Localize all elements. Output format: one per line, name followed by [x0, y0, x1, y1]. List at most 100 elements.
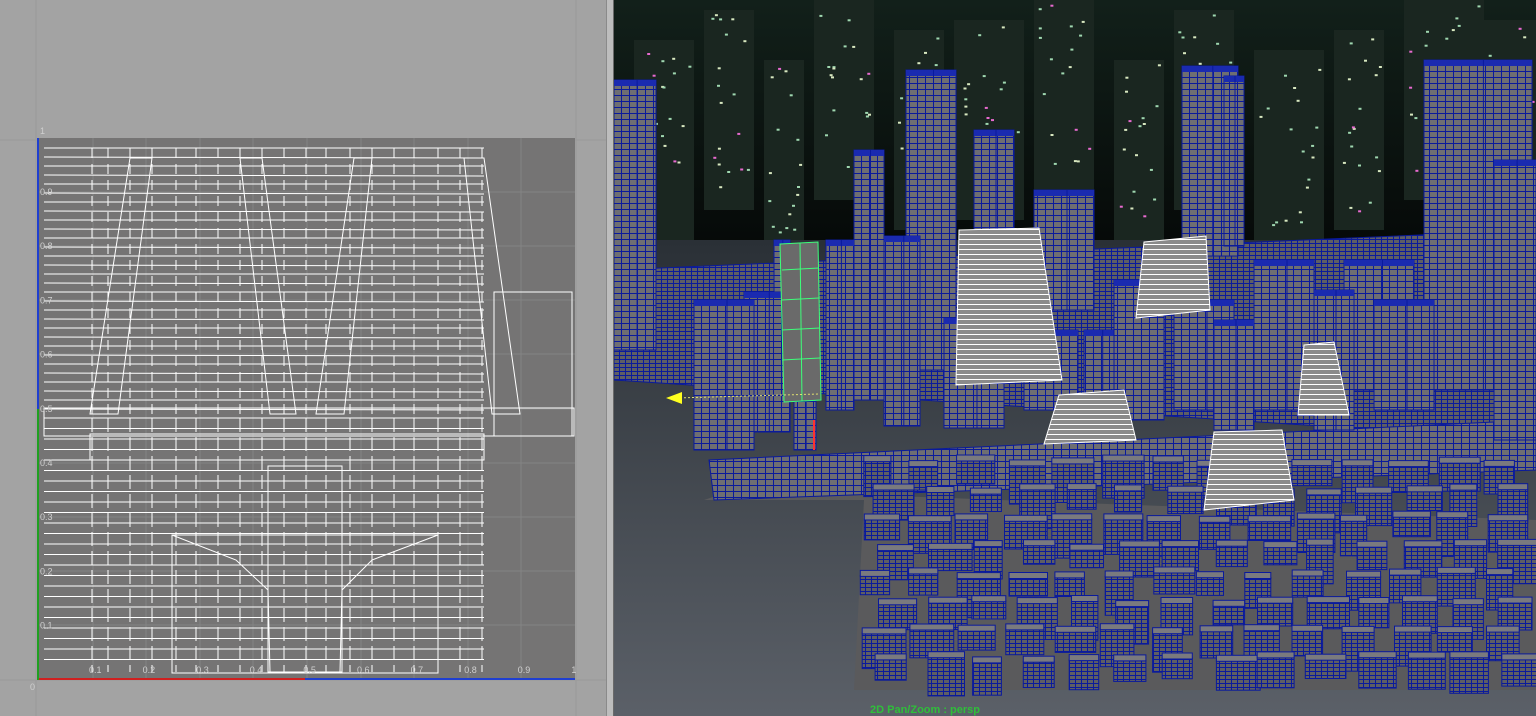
tower-top-face [1254, 260, 1314, 266]
block-mesh[interactable] [1153, 571, 1196, 595]
uv-texture-editor[interactable]: 0.1 0.2 0.3 0.4 0.5 0.6 0.7 0.8 0.9 1 0.9 0.8 0.7 0.… [0, 0, 606, 716]
block-mesh[interactable] [969, 492, 1002, 513]
block-top-face [1487, 514, 1529, 522]
block-mesh[interactable] [1436, 631, 1473, 653]
block-mesh[interactable] [1358, 656, 1397, 689]
block-mesh[interactable] [1257, 601, 1294, 627]
viewport-canvas[interactable] [614, 0, 1536, 716]
block-mesh[interactable] [1501, 658, 1536, 687]
block-mesh[interactable] [927, 656, 965, 697]
block-mesh[interactable] [1005, 628, 1045, 656]
window-light [852, 45, 856, 48]
window-light [859, 78, 863, 81]
window-light [1069, 25, 1073, 28]
tower-mesh[interactable] [693, 299, 755, 451]
block-mesh[interactable] [1247, 520, 1292, 542]
panel-splitter[interactable] [606, 0, 614, 716]
block-mesh[interactable] [1054, 576, 1085, 598]
block-mesh[interactable] [1066, 488, 1097, 510]
uv-canvas[interactable]: 0.1 0.2 0.3 0.4 0.5 0.6 0.7 0.8 0.9 1 0.9 0.8 0.7 0.… [0, 0, 606, 716]
window-light [1311, 156, 1315, 159]
window-light [789, 94, 793, 97]
block-mesh[interactable] [1306, 601, 1351, 630]
block-mesh[interactable] [908, 572, 939, 596]
tower-mesh[interactable] [883, 235, 921, 427]
block-mesh[interactable] [1291, 629, 1324, 657]
block-top-face [972, 656, 1002, 664]
window-light [1229, 61, 1233, 64]
window-light [1068, 66, 1072, 69]
block-mesh[interactable] [1356, 545, 1388, 571]
window-light [731, 18, 735, 21]
tower-mesh[interactable] [614, 79, 657, 351]
block-mesh[interactable] [1291, 464, 1333, 487]
block-top-face [1358, 651, 1397, 659]
block-mesh[interactable] [1167, 490, 1204, 515]
block-mesh[interactable] [1392, 515, 1431, 538]
block-mesh[interactable] [863, 518, 901, 541]
block-mesh[interactable] [1212, 604, 1246, 626]
window-light [847, 19, 851, 22]
block-mesh[interactable] [957, 629, 996, 651]
tower-mesh[interactable] [825, 239, 855, 411]
block-mesh[interactable] [956, 459, 996, 485]
block-top-face [1291, 624, 1324, 632]
window-light [1132, 190, 1136, 193]
block-mesh[interactable] [1069, 548, 1104, 569]
window-light [1001, 26, 1005, 29]
block-mesh[interactable] [928, 547, 973, 572]
block-mesh[interactable] [1199, 630, 1234, 659]
selected-object-green[interactable] [779, 241, 822, 403]
window-light [846, 166, 850, 168]
block-mesh[interactable] [1291, 574, 1324, 598]
tower-mesh[interactable] [1223, 75, 1245, 247]
block-mesh[interactable] [1023, 544, 1056, 565]
block-top-face [1497, 538, 1536, 546]
block-mesh[interactable] [1054, 630, 1097, 653]
window-light [778, 67, 782, 70]
block-mesh[interactable] [1215, 544, 1248, 568]
block-top-face [1005, 623, 1045, 631]
v-tick-label: 1 [40, 126, 45, 136]
block-mesh[interactable] [1008, 577, 1048, 597]
block-mesh[interactable] [971, 600, 1007, 620]
block-mesh[interactable] [859, 574, 891, 596]
window-light [732, 93, 736, 96]
block-top-face [1019, 483, 1056, 491]
tower-mesh[interactable] [1493, 159, 1536, 441]
tower-mesh[interactable] [1373, 299, 1435, 411]
block-mesh[interactable] [1407, 656, 1446, 690]
block-top-face [928, 542, 973, 550]
tower-mesh[interactable] [853, 149, 885, 401]
window-light [1375, 156, 1379, 159]
perspective-viewport[interactable]: 2D Pan/Zoom : persp [614, 0, 1536, 716]
window-light [967, 83, 971, 86]
tower-mesh[interactable] [1213, 319, 1255, 431]
block-mesh[interactable] [1114, 489, 1143, 513]
block-mesh[interactable] [1161, 657, 1193, 680]
window-light [1155, 105, 1159, 108]
block-mesh[interactable] [972, 661, 1002, 696]
block-mesh[interactable] [1195, 576, 1225, 596]
block-mesh[interactable] [1449, 656, 1489, 694]
block-top-face [1114, 484, 1143, 492]
block-mesh[interactable] [1022, 660, 1055, 689]
window-light [1149, 168, 1153, 171]
block-top-face [1394, 625, 1432, 633]
block-mesh[interactable] [1406, 490, 1443, 511]
window-light [1424, 44, 1428, 47]
block-top-face [1306, 488, 1342, 496]
block-mesh[interactable] [1263, 546, 1298, 566]
block-top-face [1438, 456, 1481, 464]
block-top-face [1449, 483, 1478, 491]
block-top-face [969, 487, 1002, 495]
block-mesh[interactable] [1215, 659, 1261, 691]
block-mesh[interactable] [874, 658, 907, 681]
window-light [1284, 219, 1288, 222]
block-mesh[interactable] [1304, 658, 1347, 680]
block-mesh[interactable] [926, 491, 955, 516]
block-mesh[interactable] [1256, 656, 1295, 689]
block-mesh[interactable] [1113, 659, 1147, 682]
block-mesh[interactable] [1068, 659, 1100, 691]
block-mesh[interactable] [1358, 602, 1390, 629]
